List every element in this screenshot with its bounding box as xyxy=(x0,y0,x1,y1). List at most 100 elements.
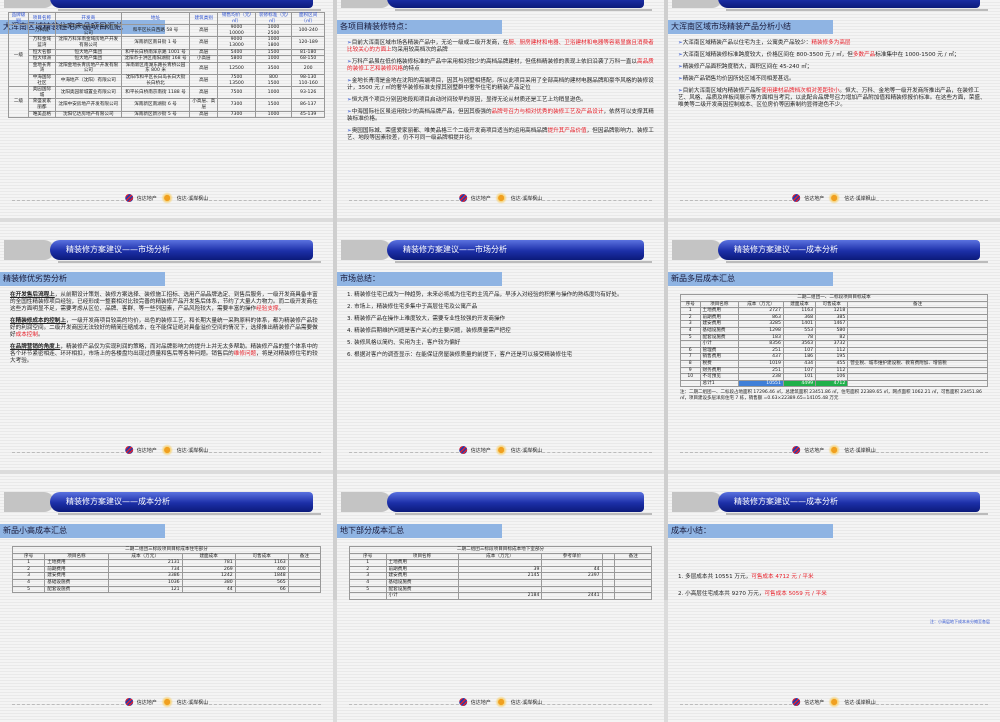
body-text: 5. 装修风格以简约、实用为主，客户较为偏好 xyxy=(347,340,461,346)
slide-thumbnail[interactable]: 精装修方案建议——成本分析 新品多层成本汇总 二期二组团一、二标段项目目标成本 序号项… xyxy=(668,222,1000,470)
table-cell xyxy=(601,592,616,600)
slide-header-banner: 精装修方案建议——成本分析 xyxy=(4,492,321,515)
table-cell: 1 xyxy=(680,307,701,315)
section-title: 精装修优劣势分析 xyxy=(0,272,165,286)
body-text: 。 xyxy=(278,306,285,312)
highlight-text: 使用建材品牌档次相对差距较小 xyxy=(761,88,840,94)
slide-thumbnail[interactable]: 精装修方案建议——市场分析 精装修优劣势分析 在开发售后流程上，从前期设计策划、装修… xyxy=(0,222,333,470)
table-row: 8 税费 1019 434 455 营业税、城市维护建设税、教育费附加、增值税 xyxy=(680,359,988,368)
table-cell: 1000 xyxy=(254,110,293,119)
table-cell: 前期费用 xyxy=(699,313,740,322)
slide-thumbnail[interactable]: 精装修方案建议——成本分析 新品小高成本汇总 二期二组团三标段项目目标成本住宅部分序… xyxy=(0,474,333,722)
table-cell: 101 xyxy=(782,373,817,381)
table-cell: 112 xyxy=(815,366,849,375)
bullet-paragraph: ➢精装产品销售均价因所处区域不同相差甚远。 xyxy=(678,76,990,83)
body-text: 标准集中在 1000-1500 元 / ㎡； xyxy=(875,52,960,58)
table-cell: 86-137 xyxy=(291,98,325,112)
bullet-paragraph: ➢万科产品虽在低价格装修标准的产品中采用相对较少的高档品牌建材，但低档精装修的表… xyxy=(347,59,654,73)
header-shadow xyxy=(726,513,988,515)
brand-globe-icon xyxy=(124,194,133,202)
table-cell: 1467 xyxy=(815,320,849,328)
table-cell xyxy=(680,340,701,348)
brand-name: 信达地产 xyxy=(136,447,157,454)
header-cap xyxy=(672,0,722,8)
column-header: 品牌级别 xyxy=(8,11,29,26)
slide-thumbnail[interactable]: 精装修方案建议——市场分析 市场总结： 1. 精装修住宅已成为一种趋势，未来必将成为… xyxy=(337,222,664,470)
table-cell: 税费 xyxy=(699,359,740,368)
table-cell: 建安费用 xyxy=(699,320,740,328)
footer-dashes xyxy=(680,200,798,201)
slide-footer: 信达地产 信达·溪岸枫山 xyxy=(680,444,988,460)
table-cell: 土地费用 xyxy=(44,559,109,567)
header-cap xyxy=(4,492,54,512)
sun-logo-icon xyxy=(160,696,173,708)
table-cell: 万科城 xyxy=(27,24,56,38)
table-cell: 39 xyxy=(457,565,543,574)
header-shadow xyxy=(726,9,988,11)
table-header-row: 序号 项目名称 成本（万元） 建面成本 可售成本 备注 xyxy=(680,300,988,309)
table-cell: 112 xyxy=(815,346,849,355)
header-cap xyxy=(341,492,391,512)
table-cell: 建安费用 xyxy=(385,572,459,580)
table-cell: 455 xyxy=(815,359,849,368)
table-cell: 2 xyxy=(11,565,46,574)
table-cell: 44 xyxy=(541,565,603,574)
table-cell: 浑南新区南湖东路长青桥公园东 800 米 xyxy=(120,61,191,75)
table-cell: 高层 xyxy=(189,61,219,75)
table-cell: 1019 xyxy=(738,359,784,368)
slide-thumbnail[interactable]: 精装修方案建议——成本分析 成本小结： 1. 多层成本共 10551 万元，可售成本… xyxy=(668,474,1000,722)
table-cell xyxy=(457,585,543,594)
brand-globe-icon xyxy=(792,698,801,706)
table-cell: 沈阳万科永达房地产开发有限公司 xyxy=(54,24,122,38)
table-cell xyxy=(847,326,988,335)
table-cell: 沈阳奥园新城置业有限公司 xyxy=(54,86,122,100)
slide-thumbnail[interactable]: 地下部分成本汇总 二期二组团三标段项目目标成本地下室部分 序号 项目名称 成本（万元）参… xyxy=(337,474,664,722)
column-header: 项目名称 xyxy=(385,552,459,561)
footer-logo: 信达地产 信达·溪岸枫山 xyxy=(458,192,542,204)
column-header: 面积区间（㎡） xyxy=(291,11,325,26)
brand-globe-icon xyxy=(792,194,801,202)
table-cell xyxy=(601,572,616,580)
table-cell: 81-180 xyxy=(291,48,325,57)
body-text: 1. 多层成本共 10551 万元， xyxy=(678,574,752,580)
slide-thumbnail[interactable]: 各项目精装修特点： ➢目前大浑南区域市场各精装产品中，无论一级或二级开发商，在厨、… xyxy=(337,0,664,218)
table-cell: 小高层、高层 xyxy=(189,98,219,112)
column-header: 项目名称 xyxy=(27,11,56,26)
table-row: 1 土地费用 xyxy=(349,559,652,567)
footer-dashes xyxy=(870,200,988,201)
table-cell xyxy=(601,585,616,594)
slide-thumbnail[interactable]: 大浑南区域市场精装产品分析小结 ➢大浑南区域精装产品以住宅为主，公寓类产品较少：精… xyxy=(668,0,1000,218)
table-cell xyxy=(847,340,988,348)
footer-dashes xyxy=(349,704,465,705)
footer-dashes xyxy=(536,704,652,705)
footer-dashes xyxy=(349,200,465,201)
section-title: 各项目精装修特点： xyxy=(337,20,502,34)
table-cell xyxy=(457,559,543,567)
footer-dashes xyxy=(12,452,130,453)
slide-footer: 信达地产 信达·溪岸枫山 xyxy=(349,696,652,712)
bullet-paragraph: ➢恒大两个项目分别因地段和项目启动时间较早的原因，显得无论从材质还是工艺上均稍显… xyxy=(347,97,654,104)
table-cell: 8356 xyxy=(738,340,784,348)
slide-thumbnail[interactable]: 大浑南区域精装住宅产品项目汇总 品牌级别 项目名称 开发商 地址 建筑类别 销售均价（元/㎡… xyxy=(0,0,333,218)
highlight-text: 维修问题 xyxy=(233,351,257,357)
highlight-text: 成本控制 xyxy=(15,332,38,338)
table-cell: 万科金域蓝湾 xyxy=(27,36,56,50)
table-cell: 1848 xyxy=(234,572,289,580)
table-cell: 4 xyxy=(680,326,701,335)
header-shadow xyxy=(395,513,652,515)
table-cell xyxy=(614,592,652,600)
table-cell xyxy=(541,578,603,587)
slide-content: 二期二组团三标段项目目标成本住宅部分 序号 项目名称 成本（万元） 建面成本 可售成本 备注… xyxy=(11,546,322,594)
table-cell: 和平长白桥南浑京路 1001 号 xyxy=(120,48,191,57)
table-cell: 12500 xyxy=(217,61,256,75)
footer-dashes xyxy=(12,704,130,705)
table-caption-row: 二期二组团三标段项目目标成本住宅部分 xyxy=(12,546,321,554)
table-cell: 1000 xyxy=(254,86,293,100)
table-cell: 7 xyxy=(680,353,701,361)
table-cell: 1500 xyxy=(254,98,293,112)
table-header-row: 序号 项目名称 成本（万元） 建面成本 可售成本 备注 xyxy=(11,552,322,561)
table-cell: 107 xyxy=(782,366,817,375)
table-cell xyxy=(614,565,652,574)
footer-dashes xyxy=(870,704,988,705)
table-cell: 小计 xyxy=(385,592,459,600)
